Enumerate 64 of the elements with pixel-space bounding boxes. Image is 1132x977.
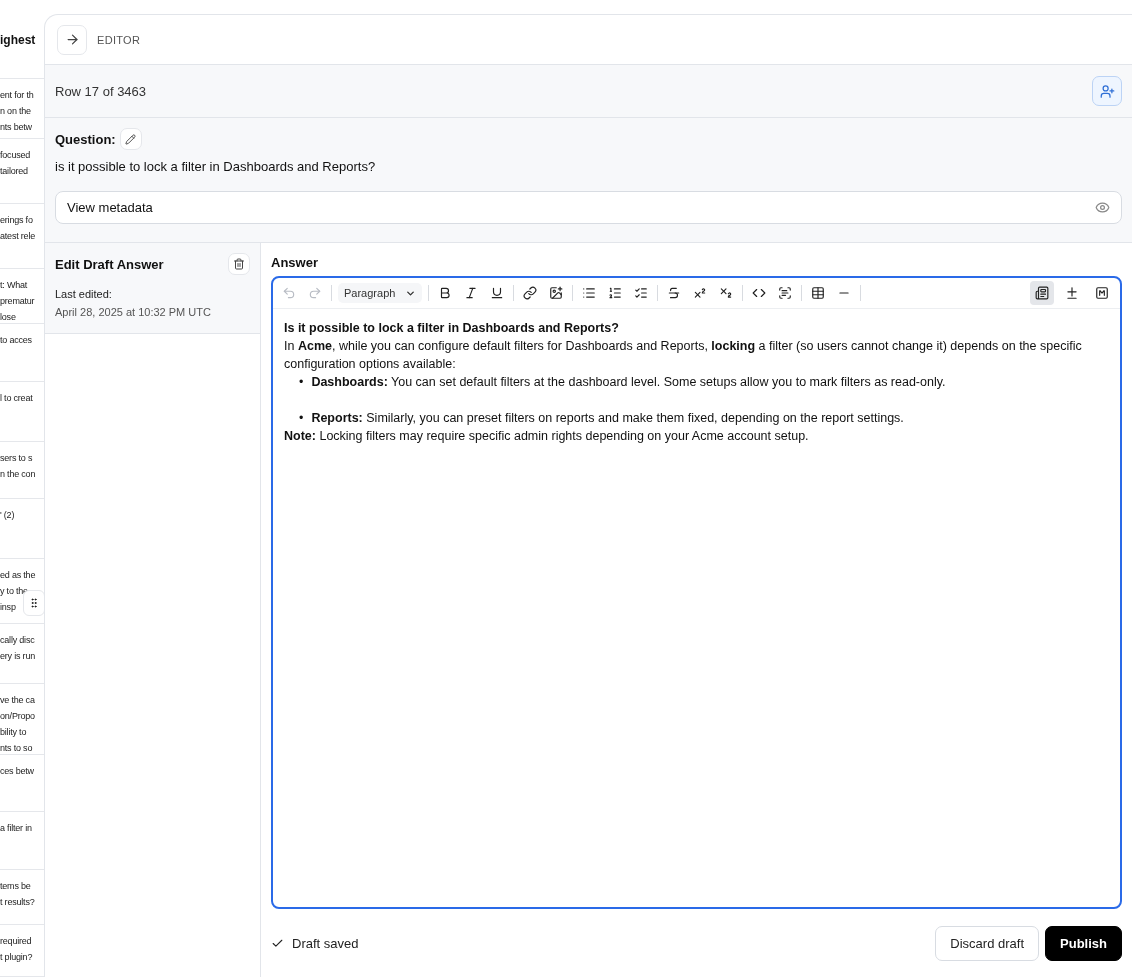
row-counter: Row 17 of 3463	[55, 83, 147, 99]
view-mode-icon	[1095, 286, 1109, 300]
list-row-text: required	[0, 935, 32, 948]
rich-text-view-button[interactable]	[1030, 281, 1054, 305]
list-row-text: tailored	[0, 164, 28, 178]
list-row-text: atest rele	[0, 229, 36, 243]
question-text: is it possible to lock a filter in Dashboards and Reports?	[55, 159, 377, 174]
draft-saved-text: Draft saved	[292, 936, 359, 951]
last-edited-label: Last edited:	[55, 287, 113, 302]
view-mode-icon	[1065, 286, 1079, 300]
bullet-marker: •	[299, 374, 304, 391]
list-row-text: insp	[0, 601, 16, 615]
list-row-text: ent for th	[0, 88, 34, 102]
bullet-text: Dashboards: You can set default filters at the dashboard level. Some setups allow you to mark filters as read-only.	[311, 374, 946, 391]
list-row-text: ery is run	[0, 650, 35, 664]
draft-title: Edit Draft Answer	[55, 256, 164, 272]
list-row-text: lose	[0, 310, 16, 324]
check-icon	[271, 937, 284, 950]
list-row-text: tems be	[0, 880, 31, 893]
collapse-button[interactable]	[57, 24, 87, 55]
answer-paragraph: Note: Locking filters may require specific admin rights depending on your Acme account setup.	[284, 428, 810, 445]
list-row-text: ed as the	[0, 569, 36, 583]
list-row-text: prematur	[0, 294, 35, 308]
list-row-text: l to creat	[0, 392, 33, 406]
answer-editor[interactable]	[271, 276, 1122, 909]
list-row-text: t plugin?	[0, 951, 33, 964]
list-row-text: ces betw	[0, 765, 34, 778]
view-mode-icon	[1035, 286, 1049, 300]
list-row-text: on/Propo	[0, 710, 35, 724]
publish-button[interactable]: Publish	[1045, 926, 1122, 961]
list-row-text: n the con	[0, 468, 36, 482]
list-row-text: nts to so	[0, 742, 33, 756]
bullet-text: Reports: Similarly, you can preset filters on reports and make them fixed, depending on the report settings.	[311, 410, 904, 427]
list-row-text: bility to	[0, 726, 27, 740]
delete-draft-button[interactable]	[228, 253, 250, 275]
edit-question-button[interactable]	[119, 128, 142, 150]
block-type-dropdown[interactable]: Paragraph	[338, 283, 423, 303]
list-row-text: a filter in	[0, 822, 32, 835]
assign-user-button[interactable]	[1092, 76, 1122, 106]
list-row-text: cally disc	[0, 634, 35, 648]
arrow-right-icon	[64, 32, 80, 47]
view-metadata-button[interactable]: View metadata	[55, 191, 1122, 224]
trash-icon	[233, 258, 245, 270]
list-row-text: ' (2)	[0, 509, 15, 523]
list-row-text: erings fo	[0, 213, 33, 227]
pencil-icon	[125, 133, 137, 145]
list-row-text: t results?	[0, 896, 35, 909]
list-row-text: n on the	[0, 104, 31, 118]
user-add-icon	[1099, 83, 1115, 99]
list-row-text: nts betw	[0, 120, 32, 134]
answer-paragraph: Is it possible to lock a filter in Dashboards and Reports?	[284, 320, 620, 337]
bullet-marker: •	[299, 410, 304, 427]
list-row-text: t: What	[0, 278, 28, 292]
answer-label: Answer	[271, 255, 319, 270]
question-label: Question:	[55, 131, 116, 147]
list-row-text: focused	[0, 148, 31, 162]
eye-icon	[1095, 200, 1110, 215]
last-edited-date: April 28, 2025 at 10:32 PM UTC	[55, 305, 212, 320]
list-row-text: sers to s	[0, 452, 33, 466]
list-row-text: ve the ca	[0, 694, 35, 708]
answer-paragraph: In Acme, while you can configure default filters for Dashboards and Reports, locking a filter (so users cannot change it) depends on the specific configuration options available:	[284, 338, 1083, 373]
discard-draft-button[interactable]: Discard draft	[935, 926, 1040, 961]
panel-title: EDITOR	[97, 33, 141, 46]
list-row-text: to acces	[0, 334, 32, 348]
